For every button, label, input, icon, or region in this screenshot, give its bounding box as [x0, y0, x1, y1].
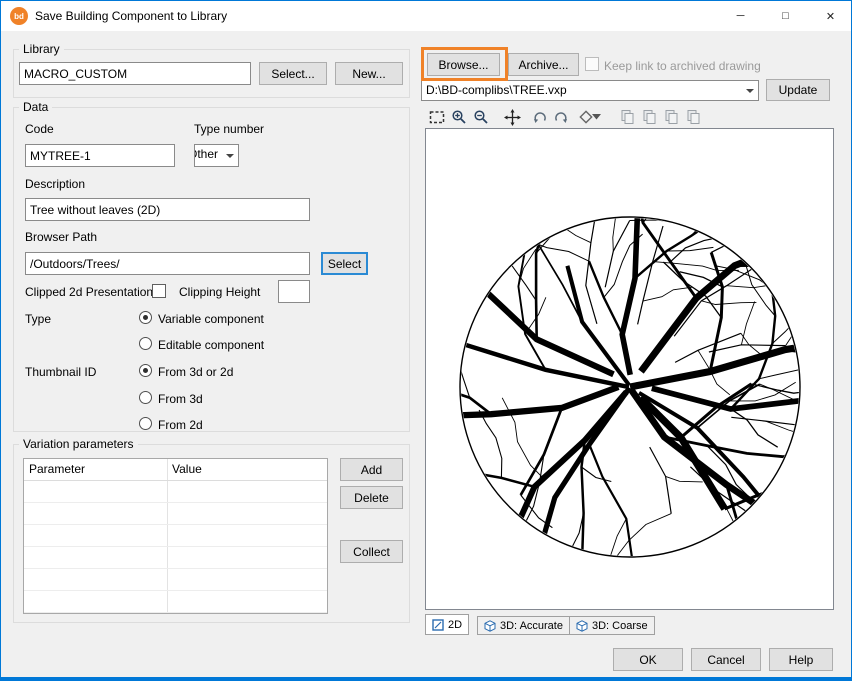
preview-viewport[interactable]: [425, 128, 834, 610]
type-number-value: Other: [195, 145, 222, 166]
help-button[interactable]: Help: [769, 648, 833, 671]
tab-2d-label: 2D: [448, 619, 462, 631]
thumb-2d-label[interactable]: From 2d: [158, 418, 203, 432]
clipboard-icon-a: [617, 108, 637, 126]
highlight-annotation: [421, 47, 508, 81]
table-row[interactable]: [24, 503, 327, 525]
type-editable-label[interactable]: Editable component: [158, 338, 264, 352]
type-variable-radio[interactable]: [139, 311, 152, 324]
maximize-button[interactable]: □: [763, 1, 808, 31]
library-group-label: Library: [19, 42, 64, 56]
cancel-button[interactable]: Cancel: [691, 648, 761, 671]
variation-table[interactable]: Parameter Value: [23, 458, 328, 614]
table-row[interactable]: [24, 525, 327, 547]
update-button[interactable]: Update: [766, 79, 830, 101]
3d-cube-icon: [484, 620, 496, 632]
browser-path-label: Browser Path: [25, 230, 97, 244]
chevron-down-icon: [742, 81, 758, 100]
clipping-height-input[interactable]: [278, 280, 310, 303]
description-label: Description: [25, 177, 85, 191]
archive-path-combo[interactable]: D:\BD-complibs\TREE.vxp: [421, 80, 759, 101]
2d-view-icon: [432, 619, 444, 631]
tree-preview-drawing: [426, 129, 833, 609]
thumbnail-id-label: Thumbnail ID: [25, 365, 96, 379]
keep-link-checkbox: [585, 57, 599, 71]
ok-button[interactable]: OK: [613, 648, 683, 671]
table-header-row: Parameter Value: [24, 459, 327, 481]
tab-2d[interactable]: 2D: [425, 614, 469, 635]
browser-path-select-button[interactable]: Select: [321, 252, 368, 275]
library-select-button[interactable]: Select...: [259, 62, 327, 85]
archive-button[interactable]: Archive...: [508, 53, 579, 76]
type-number-combo[interactable]: Other: [194, 144, 239, 167]
type-number-label: Type number: [194, 122, 264, 136]
thumb-3d-label[interactable]: From 3d: [158, 392, 203, 406]
type-editable-radio[interactable]: [139, 337, 152, 350]
clipboard-icon-b: [639, 108, 659, 126]
table-row[interactable]: [24, 591, 327, 613]
column-header-parameter: Parameter: [29, 462, 85, 476]
rotate-cw-icon[interactable]: [551, 108, 571, 126]
tab-3d-accurate[interactable]: 3D: Accurate: [477, 616, 570, 635]
type-label: Type: [25, 312, 51, 326]
tab-3d-coarse-label: 3D: Coarse: [592, 620, 648, 632]
clipped-2d-checkbox[interactable]: [152, 284, 166, 298]
table-row[interactable]: [24, 569, 327, 591]
table-row[interactable]: [24, 481, 327, 503]
code-label: Code: [25, 122, 54, 136]
zoom-out-icon[interactable]: [471, 108, 491, 126]
window-title: Save Building Component to Library: [35, 9, 227, 23]
view-direction-dropdown-icon[interactable]: [590, 108, 602, 126]
variation-group-label: Variation parameters: [19, 437, 138, 451]
save-component-dialog: bd Save Building Component to Library ─ …: [0, 0, 852, 681]
clipboard-icon-d: [683, 108, 703, 126]
thumb-3d-or-2d-radio[interactable]: [139, 364, 152, 377]
close-button[interactable]: ✕: [808, 1, 852, 31]
data-group-label: Data: [19, 100, 52, 114]
delete-parameter-button[interactable]: Delete: [340, 486, 403, 509]
library-new-button[interactable]: New...: [335, 62, 403, 85]
keep-link-label: Keep link to archived drawing: [604, 59, 761, 73]
zoom-window-icon[interactable]: [427, 108, 447, 126]
clipping-height-label: Clipping Height: [179, 285, 260, 299]
collect-parameters-button[interactable]: Collect: [340, 540, 403, 563]
zoom-in-icon[interactable]: [449, 108, 469, 126]
thumb-3d-radio[interactable]: [139, 391, 152, 404]
3d-cube-icon: [576, 620, 588, 632]
tab-3d-coarse[interactable]: 3D: Coarse: [569, 616, 655, 635]
chevron-down-icon: [222, 145, 238, 166]
pan-icon[interactable]: [502, 108, 522, 126]
rotate-ccw-icon[interactable]: [530, 108, 550, 126]
add-parameter-button[interactable]: Add: [340, 458, 403, 481]
browser-path-input[interactable]: [25, 252, 310, 275]
thumb-2d-radio[interactable]: [139, 417, 152, 430]
library-name-input[interactable]: [19, 62, 251, 85]
description-input[interactable]: [25, 198, 310, 221]
thumb-3d-or-2d-label[interactable]: From 3d or 2d: [158, 365, 233, 379]
tab-3d-accurate-label: 3D: Accurate: [500, 620, 563, 632]
archive-path-value: D:\BD-complibs\TREE.vxp: [422, 81, 742, 100]
clipboard-icon-c: [661, 108, 681, 126]
clipped-2d-label: Clipped 2d Presentation: [25, 285, 153, 299]
code-input[interactable]: [25, 144, 175, 167]
app-logo-icon: bd: [10, 7, 28, 25]
minimize-button[interactable]: ─: [718, 1, 763, 31]
type-variable-label[interactable]: Variable component: [158, 312, 264, 326]
table-row[interactable]: [24, 547, 327, 569]
column-header-value: Value: [172, 462, 202, 476]
title-bar: bd Save Building Component to Library ─ …: [1, 1, 851, 31]
